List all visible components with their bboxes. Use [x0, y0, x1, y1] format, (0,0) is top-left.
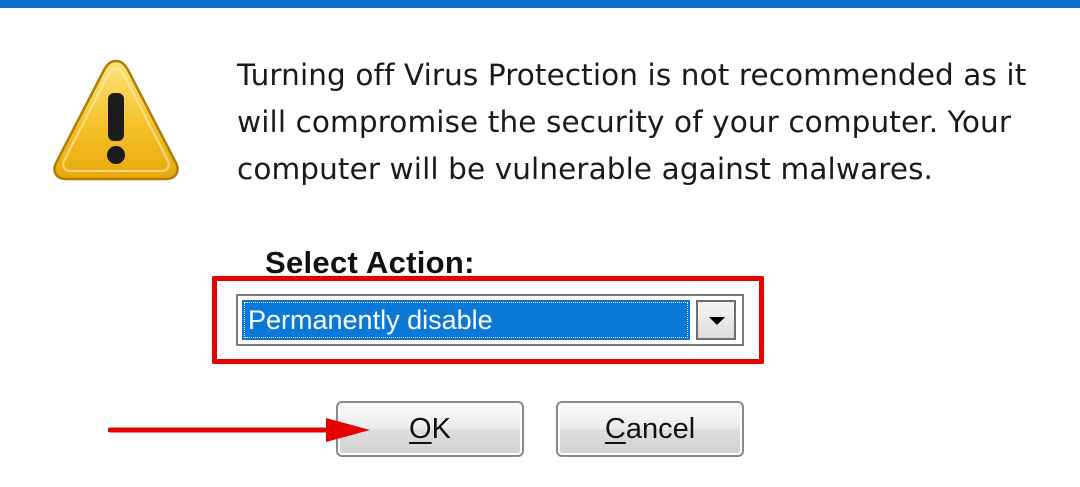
message-line: Turning off Virus Protection is not reco… [237, 58, 1027, 92]
ok-mnemonic: O [409, 413, 432, 445]
cancel-mnemonic: C [604, 413, 626, 445]
pointer-arrow-annotation [107, 414, 370, 446]
message-line: will compromise the security of your com… [237, 105, 1012, 139]
cancel-label-rest: ancel [625, 413, 696, 445]
ok-label-rest: K [431, 413, 451, 445]
warning-icon [50, 55, 182, 187]
highlight-annotation-box [212, 276, 764, 364]
message-line: computer will be vulnerable against malw… [237, 152, 934, 186]
cancel-button[interactable]: Cancel [556, 401, 744, 457]
warning-message: Turning off Virus Protection is not reco… [237, 52, 1067, 193]
title-bar-edge [0, 0, 1080, 8]
